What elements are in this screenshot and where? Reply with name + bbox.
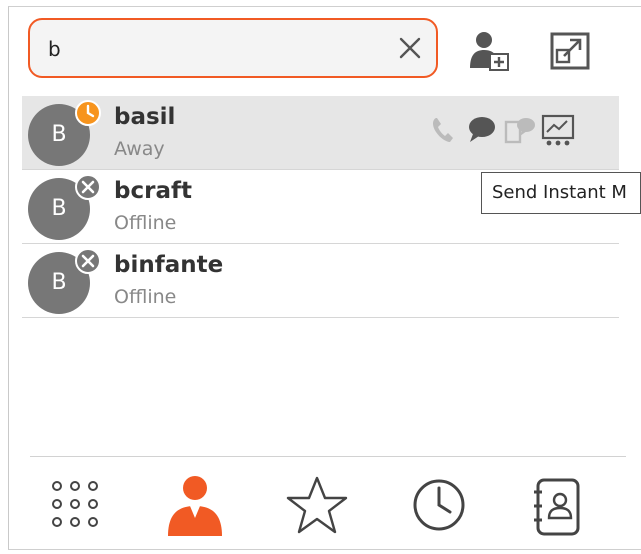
- phone-icon[interactable]: [426, 112, 462, 148]
- chat-bubble-icon[interactable]: [464, 112, 500, 148]
- history-icon[interactable]: [404, 474, 474, 540]
- contacts-icon[interactable]: [160, 474, 230, 540]
- contact-status: Offline: [114, 212, 177, 234]
- meeting-icon[interactable]: [540, 112, 576, 148]
- contact-status: Offline: [114, 286, 177, 308]
- offline-x-icon: [75, 248, 101, 274]
- share-screen-icon[interactable]: [502, 112, 538, 148]
- divider: [30, 456, 626, 457]
- dialpad-icon[interactable]: [42, 474, 112, 540]
- contact-row[interactable]: B binfante Offline: [22, 244, 619, 318]
- contact-status: Away: [114, 138, 165, 160]
- search-box[interactable]: [28, 18, 438, 78]
- popout-icon[interactable]: [548, 28, 592, 72]
- contact-name: bcraft: [114, 178, 192, 204]
- away-clock-icon: [75, 100, 101, 126]
- offline-x-icon: [75, 174, 101, 200]
- favorites-icon[interactable]: [282, 474, 352, 540]
- add-contact-icon[interactable]: [466, 28, 510, 72]
- directory-icon[interactable]: [522, 474, 592, 540]
- contact-name: binfante: [114, 252, 224, 278]
- search-input[interactable]: [46, 32, 390, 66]
- close-icon[interactable]: [396, 34, 424, 62]
- tooltip: Send Instant M: [481, 172, 641, 214]
- contact-name: basil: [114, 104, 176, 130]
- contact-row[interactable]: B basil Away: [22, 96, 619, 170]
